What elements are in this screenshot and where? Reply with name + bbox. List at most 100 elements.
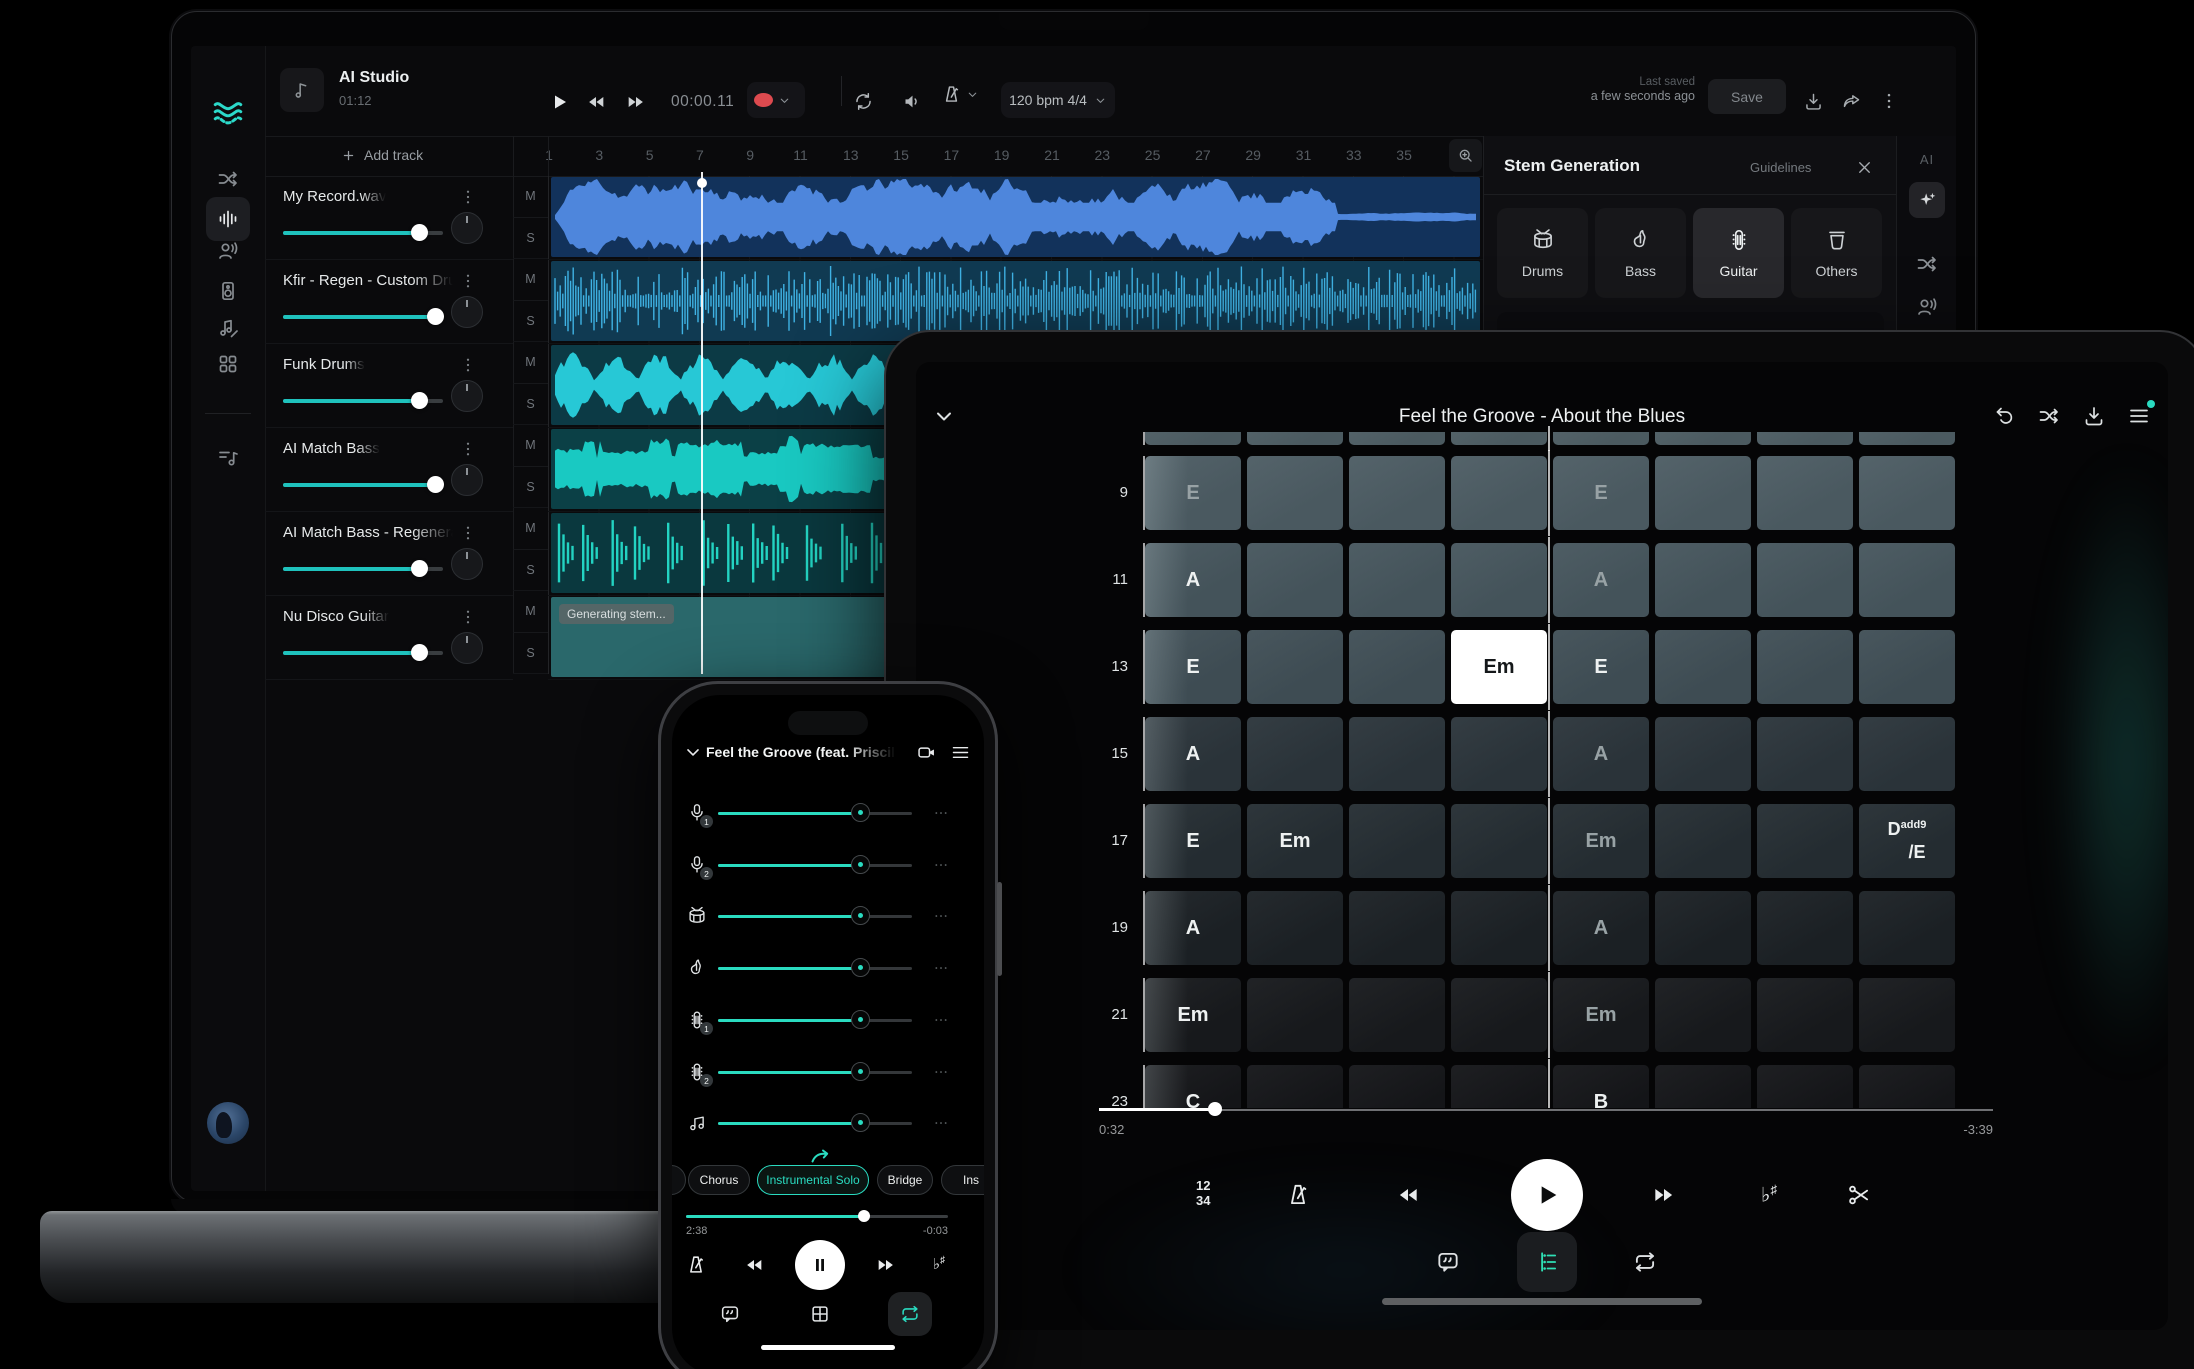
slider-thumb[interactable]	[411, 392, 428, 409]
chord-cell[interactable]	[1757, 630, 1853, 704]
chord-cell[interactable]	[1655, 1065, 1751, 1108]
section-chip[interactable]: Ins	[941, 1165, 984, 1195]
chord-cell[interactable]	[1655, 891, 1751, 965]
chord-cell[interactable]	[1655, 630, 1751, 704]
mute-button[interactable]: M	[513, 342, 548, 384]
sidebar-item-playlist[interactable]	[213, 443, 243, 473]
metronome-button[interactable]	[941, 84, 979, 105]
collapse-button[interactable]	[682, 741, 704, 763]
chord-cell[interactable]	[1451, 456, 1547, 530]
chord-cell[interactable]	[1859, 717, 1955, 791]
pitch-button[interactable]: ♭♯	[1761, 1182, 1777, 1208]
mute-button[interactable]: M	[513, 425, 548, 467]
chord-cell[interactable]	[1451, 978, 1547, 1052]
solo-button[interactable]: S	[513, 467, 548, 508]
slider-thumb[interactable]	[851, 1113, 870, 1132]
chord-cell[interactable]: E	[1145, 804, 1241, 878]
sidebar-item-voice[interactable]	[213, 236, 243, 266]
chord-cell[interactable]	[1859, 456, 1955, 530]
rewind-button[interactable]	[743, 1254, 765, 1276]
record-button[interactable]	[747, 82, 805, 118]
track-menu-button[interactable]	[457, 606, 479, 628]
fast-forward-button[interactable]	[875, 1254, 897, 1276]
tab-lyrics[interactable]	[719, 1303, 741, 1325]
pan-knob[interactable]	[451, 632, 483, 664]
solo-button[interactable]: S	[513, 550, 548, 591]
tab-chords[interactable]	[1517, 1232, 1577, 1292]
slider-thumb[interactable]	[851, 906, 870, 925]
chord-cell[interactable]: A	[1553, 543, 1649, 617]
mute-button[interactable]: M	[513, 259, 548, 301]
volume-slider[interactable]	[283, 392, 443, 410]
chord-cell[interactable]	[1757, 1065, 1853, 1108]
chord-cell[interactable]	[1451, 1065, 1547, 1108]
slider-thumb[interactable]	[411, 644, 428, 661]
chord-cell[interactable]: A	[1145, 891, 1241, 965]
volume-slider[interactable]	[283, 224, 443, 242]
volume-slider[interactable]	[283, 644, 443, 662]
chord-cell[interactable]	[1757, 456, 1853, 530]
chord-cell[interactable]: A	[1553, 891, 1649, 965]
track-menu-button[interactable]	[457, 438, 479, 460]
chord-cell[interactable]	[1859, 891, 1955, 965]
chord-cell[interactable]	[1655, 978, 1751, 1052]
metronome-button[interactable]	[1285, 1182, 1311, 1208]
slider-thumb[interactable]	[851, 803, 870, 822]
chord-cell[interactable]	[1247, 456, 1343, 530]
chord-cell[interactable]	[1451, 891, 1547, 965]
slider-thumb[interactable]	[427, 476, 444, 493]
chord-cell[interactable]	[1349, 432, 1445, 445]
save-button[interactable]: Save	[1708, 79, 1786, 114]
chord-cell[interactable]	[1655, 717, 1751, 791]
solo-button[interactable]: S	[513, 218, 548, 259]
chord-cell[interactable]	[1247, 630, 1343, 704]
pitch-button[interactable]: ♭♯	[933, 1255, 945, 1273]
header-menu-button[interactable]	[950, 742, 971, 763]
header-video-button[interactable]	[916, 742, 937, 763]
more-options-button[interactable]	[1879, 91, 1899, 111]
sidebar-item-apps[interactable]	[213, 349, 243, 379]
waveform-region[interactable]	[551, 177, 1480, 257]
play-button[interactable]	[1511, 1159, 1583, 1231]
more-options-button[interactable]	[932, 959, 950, 977]
chord-cell[interactable]	[1349, 804, 1445, 878]
tab-lyrics[interactable]	[1435, 1249, 1461, 1275]
track-menu-button[interactable]	[457, 354, 479, 376]
more-options-button[interactable]	[932, 1063, 950, 1081]
bpm-selector[interactable]: 120 bpm 4/4	[1001, 82, 1115, 118]
playhead[interactable]	[701, 172, 703, 674]
section-chip[interactable]: se	[672, 1165, 686, 1195]
more-options-button[interactable]	[932, 1011, 950, 1029]
stem-option-others[interactable]: Others	[1791, 208, 1882, 298]
solo-button[interactable]: S	[513, 301, 548, 342]
slider-thumb[interactable]	[411, 560, 428, 577]
pan-knob[interactable]	[451, 212, 483, 244]
slider-thumb[interactable]	[427, 308, 444, 325]
chord-cell[interactable]: Dadd9/E	[1859, 804, 1955, 878]
play-button[interactable]	[547, 90, 571, 114]
chord-cell[interactable]: A	[1145, 543, 1241, 617]
mute-button[interactable]: M	[513, 176, 548, 218]
chord-cell[interactable]	[1247, 1065, 1343, 1108]
section-chip[interactable]: Chorus	[688, 1165, 750, 1195]
chord-cell[interactable]: C	[1145, 1065, 1241, 1108]
chord-cell[interactable]	[1145, 432, 1241, 445]
chord-cell[interactable]	[1757, 432, 1853, 445]
chord-cell[interactable]	[1349, 1065, 1445, 1108]
chord-cell[interactable]	[1655, 432, 1751, 445]
chord-cell[interactable]	[1859, 978, 1955, 1052]
header-split-tracks-button[interactable]	[2036, 403, 2062, 429]
stem-option-bass[interactable]: Bass	[1595, 208, 1686, 298]
chord-cell[interactable]: A	[1553, 717, 1649, 791]
guidelines-link[interactable]: Guidelines	[1750, 160, 1811, 175]
close-button[interactable]	[1852, 155, 1876, 179]
chord-cell[interactable]	[1757, 978, 1853, 1052]
solo-button[interactable]: S	[513, 384, 548, 425]
time-signature-button[interactable]: 1234	[1196, 1179, 1210, 1209]
zoom-in-button[interactable]	[1449, 139, 1482, 172]
rewind-button[interactable]	[585, 91, 607, 113]
chord-cell[interactable]	[1757, 804, 1853, 878]
tab-repeat[interactable]	[1632, 1249, 1658, 1275]
chord-cell[interactable]	[1349, 978, 1445, 1052]
waveform-region[interactable]	[551, 261, 1480, 341]
